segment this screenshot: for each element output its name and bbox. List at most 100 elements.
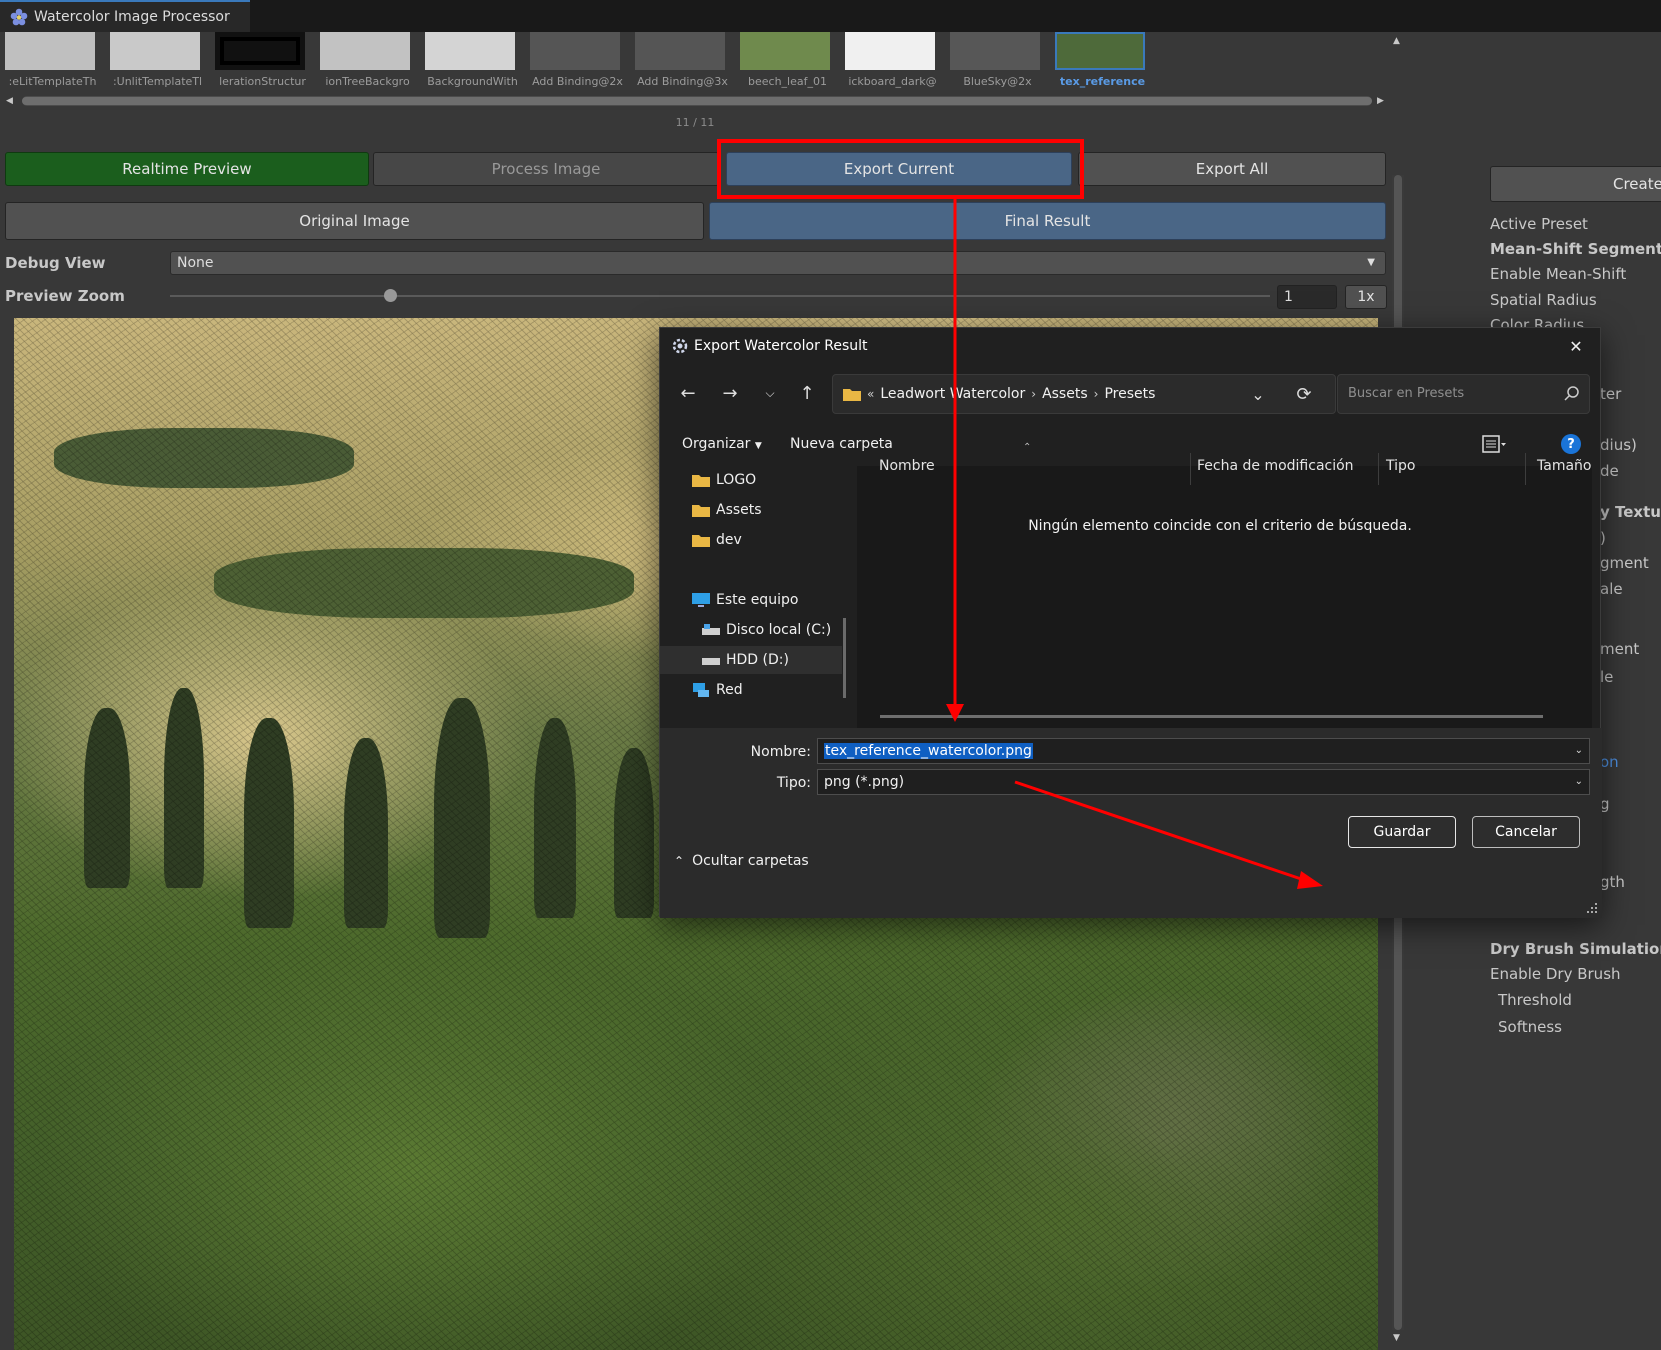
- thumbnail-item[interactable]: Add Binding@3x: [630, 32, 728, 94]
- debug-view-select[interactable]: None ▼: [170, 251, 1386, 275]
- breadcrumb-item[interactable]: Leadwort Watercolor: [880, 386, 1025, 402]
- debug-view-label: Debug View: [5, 254, 106, 272]
- tab-original-image[interactable]: Original Image: [5, 202, 704, 240]
- nav-scrollbar[interactable]: [843, 618, 846, 698]
- back-arrow-icon[interactable]: ←: [674, 378, 702, 408]
- nav-item-disk-c[interactable]: Disco local (C:): [660, 616, 842, 644]
- file-type-select[interactable]: png (*.png) ⌄: [817, 769, 1590, 795]
- thumbnail-item[interactable]: :eLitTemplateTh: [0, 32, 96, 94]
- close-icon[interactable]: ✕: [1560, 332, 1592, 360]
- list-horizontal-scrollbar[interactable]: [880, 715, 1543, 718]
- thumbnail-item[interactable]: ickboard_dark@: [840, 32, 937, 94]
- thumbnail-image[interactable]: [950, 32, 1040, 70]
- export-all-button[interactable]: Export All: [1078, 152, 1386, 186]
- preview-zoom-label: Preview Zoom: [5, 287, 125, 305]
- hide-folders-toggle[interactable]: ⌃ Ocultar carpetas: [674, 853, 809, 869]
- thumbnail-image[interactable]: [845, 32, 935, 70]
- tab-final-result[interactable]: Final Result: [709, 202, 1386, 240]
- window-tab[interactable]: Watercolor Image Processor: [0, 0, 250, 32]
- search-input[interactable]: Buscar en Presets: [1337, 374, 1590, 414]
- spatial-radius-label: Spatial Radius: [1490, 291, 1597, 309]
- file-name-input[interactable]: tex_reference_watercolor.png ⌄: [817, 738, 1590, 764]
- zoom-slider-handle[interactable]: [384, 289, 397, 302]
- up-arrow-icon[interactable]: ↑: [793, 378, 821, 408]
- column-type[interactable]: Tipo: [1386, 458, 1415, 474]
- thumbnail-item[interactable]: ionTreeBackgro: [315, 32, 410, 94]
- thumbnail-item[interactable]: beech_leaf_01: [735, 32, 830, 94]
- thumbnail-item[interactable]: :UnlitTemplateTl: [105, 32, 202, 94]
- breadcrumb-separator-icon: ›: [1031, 387, 1037, 401]
- column-separator[interactable]: [1525, 453, 1526, 485]
- thumbnail-image[interactable]: [320, 32, 410, 70]
- nav-item-network[interactable]: Red: [660, 676, 842, 704]
- column-date-modified[interactable]: Fecha de modificación: [1197, 458, 1354, 474]
- export-current-button[interactable]: Export Current: [726, 152, 1072, 186]
- zoom-value-field[interactable]: 1: [1277, 285, 1337, 309]
- view-options-icon[interactable]: [1482, 434, 1506, 454]
- inspector-fragment: gment: [1600, 554, 1649, 572]
- thumbnail-label: tex_reference: [1059, 75, 1146, 88]
- refresh-icon[interactable]: ⟳: [1284, 374, 1324, 414]
- recent-chevron-icon[interactable]: ⌵: [756, 378, 784, 408]
- realtime-preview-button[interactable]: Realtime Preview: [5, 152, 369, 186]
- inspector-fragment: dius): [1600, 436, 1637, 454]
- thumbnail-scrollbar[interactable]: [22, 96, 1372, 106]
- resize-grip-icon[interactable]: [1586, 902, 1598, 914]
- nav-item-logo[interactable]: LOGO: [660, 466, 842, 494]
- thumbnail-image[interactable]: [425, 32, 515, 70]
- thumbnail-image[interactable]: [215, 32, 305, 70]
- scroll-right-arrow-icon[interactable]: ▶: [1377, 96, 1384, 106]
- inspector-fragment: gth: [1600, 873, 1625, 891]
- search-icon[interactable]: [1562, 384, 1582, 404]
- nav-item-hdd-d[interactable]: HDD (D:): [660, 646, 842, 674]
- zoom-reset-button[interactable]: 1x: [1345, 285, 1387, 309]
- file-type-value: png (*.png): [824, 774, 905, 790]
- thumbnail-image[interactable]: [530, 32, 620, 70]
- new-folder-button[interactable]: Nueva carpeta: [790, 436, 893, 452]
- inspector-fragment: de: [1600, 462, 1619, 480]
- address-dropdown-chevron-icon[interactable]: ⌄: [1238, 374, 1278, 414]
- dialog-title: Export Watercolor Result: [694, 338, 868, 354]
- create-button[interactable]: Create: [1490, 166, 1661, 202]
- column-separator[interactable]: [1378, 453, 1379, 485]
- dry-brush-section-header: Dry Brush Simulation: [1490, 940, 1661, 958]
- scroll-down-arrow-icon[interactable]: ▼: [1393, 1333, 1400, 1343]
- thumbnail-image[interactable]: [740, 32, 830, 70]
- nav-item-dev[interactable]: dev: [660, 526, 842, 554]
- thumbnail-label: lerationStructur: [219, 75, 306, 88]
- nav-item-this-pc[interactable]: Este equipo: [660, 586, 842, 614]
- inspector-fragment: ment: [1600, 640, 1640, 658]
- breadcrumb-item[interactable]: Presets: [1104, 386, 1155, 402]
- help-icon[interactable]: ?: [1561, 434, 1581, 454]
- scroll-left-arrow-icon[interactable]: ◀: [6, 96, 13, 106]
- thumbnail-image[interactable]: [1055, 32, 1145, 70]
- chevron-down-icon[interactable]: ⌄: [1575, 739, 1583, 763]
- scrollbar-thumb[interactable]: [22, 97, 1372, 105]
- cancel-button[interactable]: Cancelar: [1472, 816, 1580, 848]
- thumbnail-item[interactable]: BlueSky@2x: [945, 32, 1040, 94]
- forward-arrow-icon[interactable]: →: [716, 378, 744, 408]
- thumbnail-item[interactable]: tex_reference: [1050, 32, 1145, 94]
- scroll-up-arrow-icon[interactable]: ▲: [1393, 36, 1400, 46]
- overflow-chevron-icon: «: [867, 387, 875, 401]
- thumbnail-item[interactable]: BackgroundWith: [420, 32, 518, 94]
- column-size[interactable]: Tamaño: [1537, 458, 1591, 474]
- zoom-slider-track[interactable]: [170, 295, 1270, 297]
- nav-item-assets[interactable]: Assets: [660, 496, 842, 524]
- app-gear-icon: [672, 338, 688, 354]
- thumbnail-label: Add Binding@3x: [637, 75, 728, 88]
- thumbnail-image[interactable]: [110, 32, 200, 70]
- process-image-button[interactable]: Process Image: [373, 152, 719, 186]
- file-name-value: tex_reference_watercolor.png: [824, 743, 1033, 759]
- column-name[interactable]: Nombre: [879, 458, 935, 474]
- breadcrumb-item[interactable]: Assets: [1042, 386, 1088, 402]
- save-button[interactable]: Guardar: [1348, 816, 1456, 848]
- thumbnail-image[interactable]: [635, 32, 725, 70]
- column-separator[interactable]: [1190, 453, 1191, 485]
- navigation-pane: LOGO Assets dev Este equipo Disco local …: [660, 466, 846, 728]
- thumbnail-item[interactable]: lerationStructur: [210, 32, 306, 94]
- thumbnail-item[interactable]: Add Binding@2x: [525, 32, 623, 94]
- organize-menu[interactable]: Organizar ▼: [682, 436, 762, 452]
- thumbnail-image[interactable]: [5, 32, 95, 70]
- active-preset-label: Active Preset: [1490, 215, 1588, 233]
